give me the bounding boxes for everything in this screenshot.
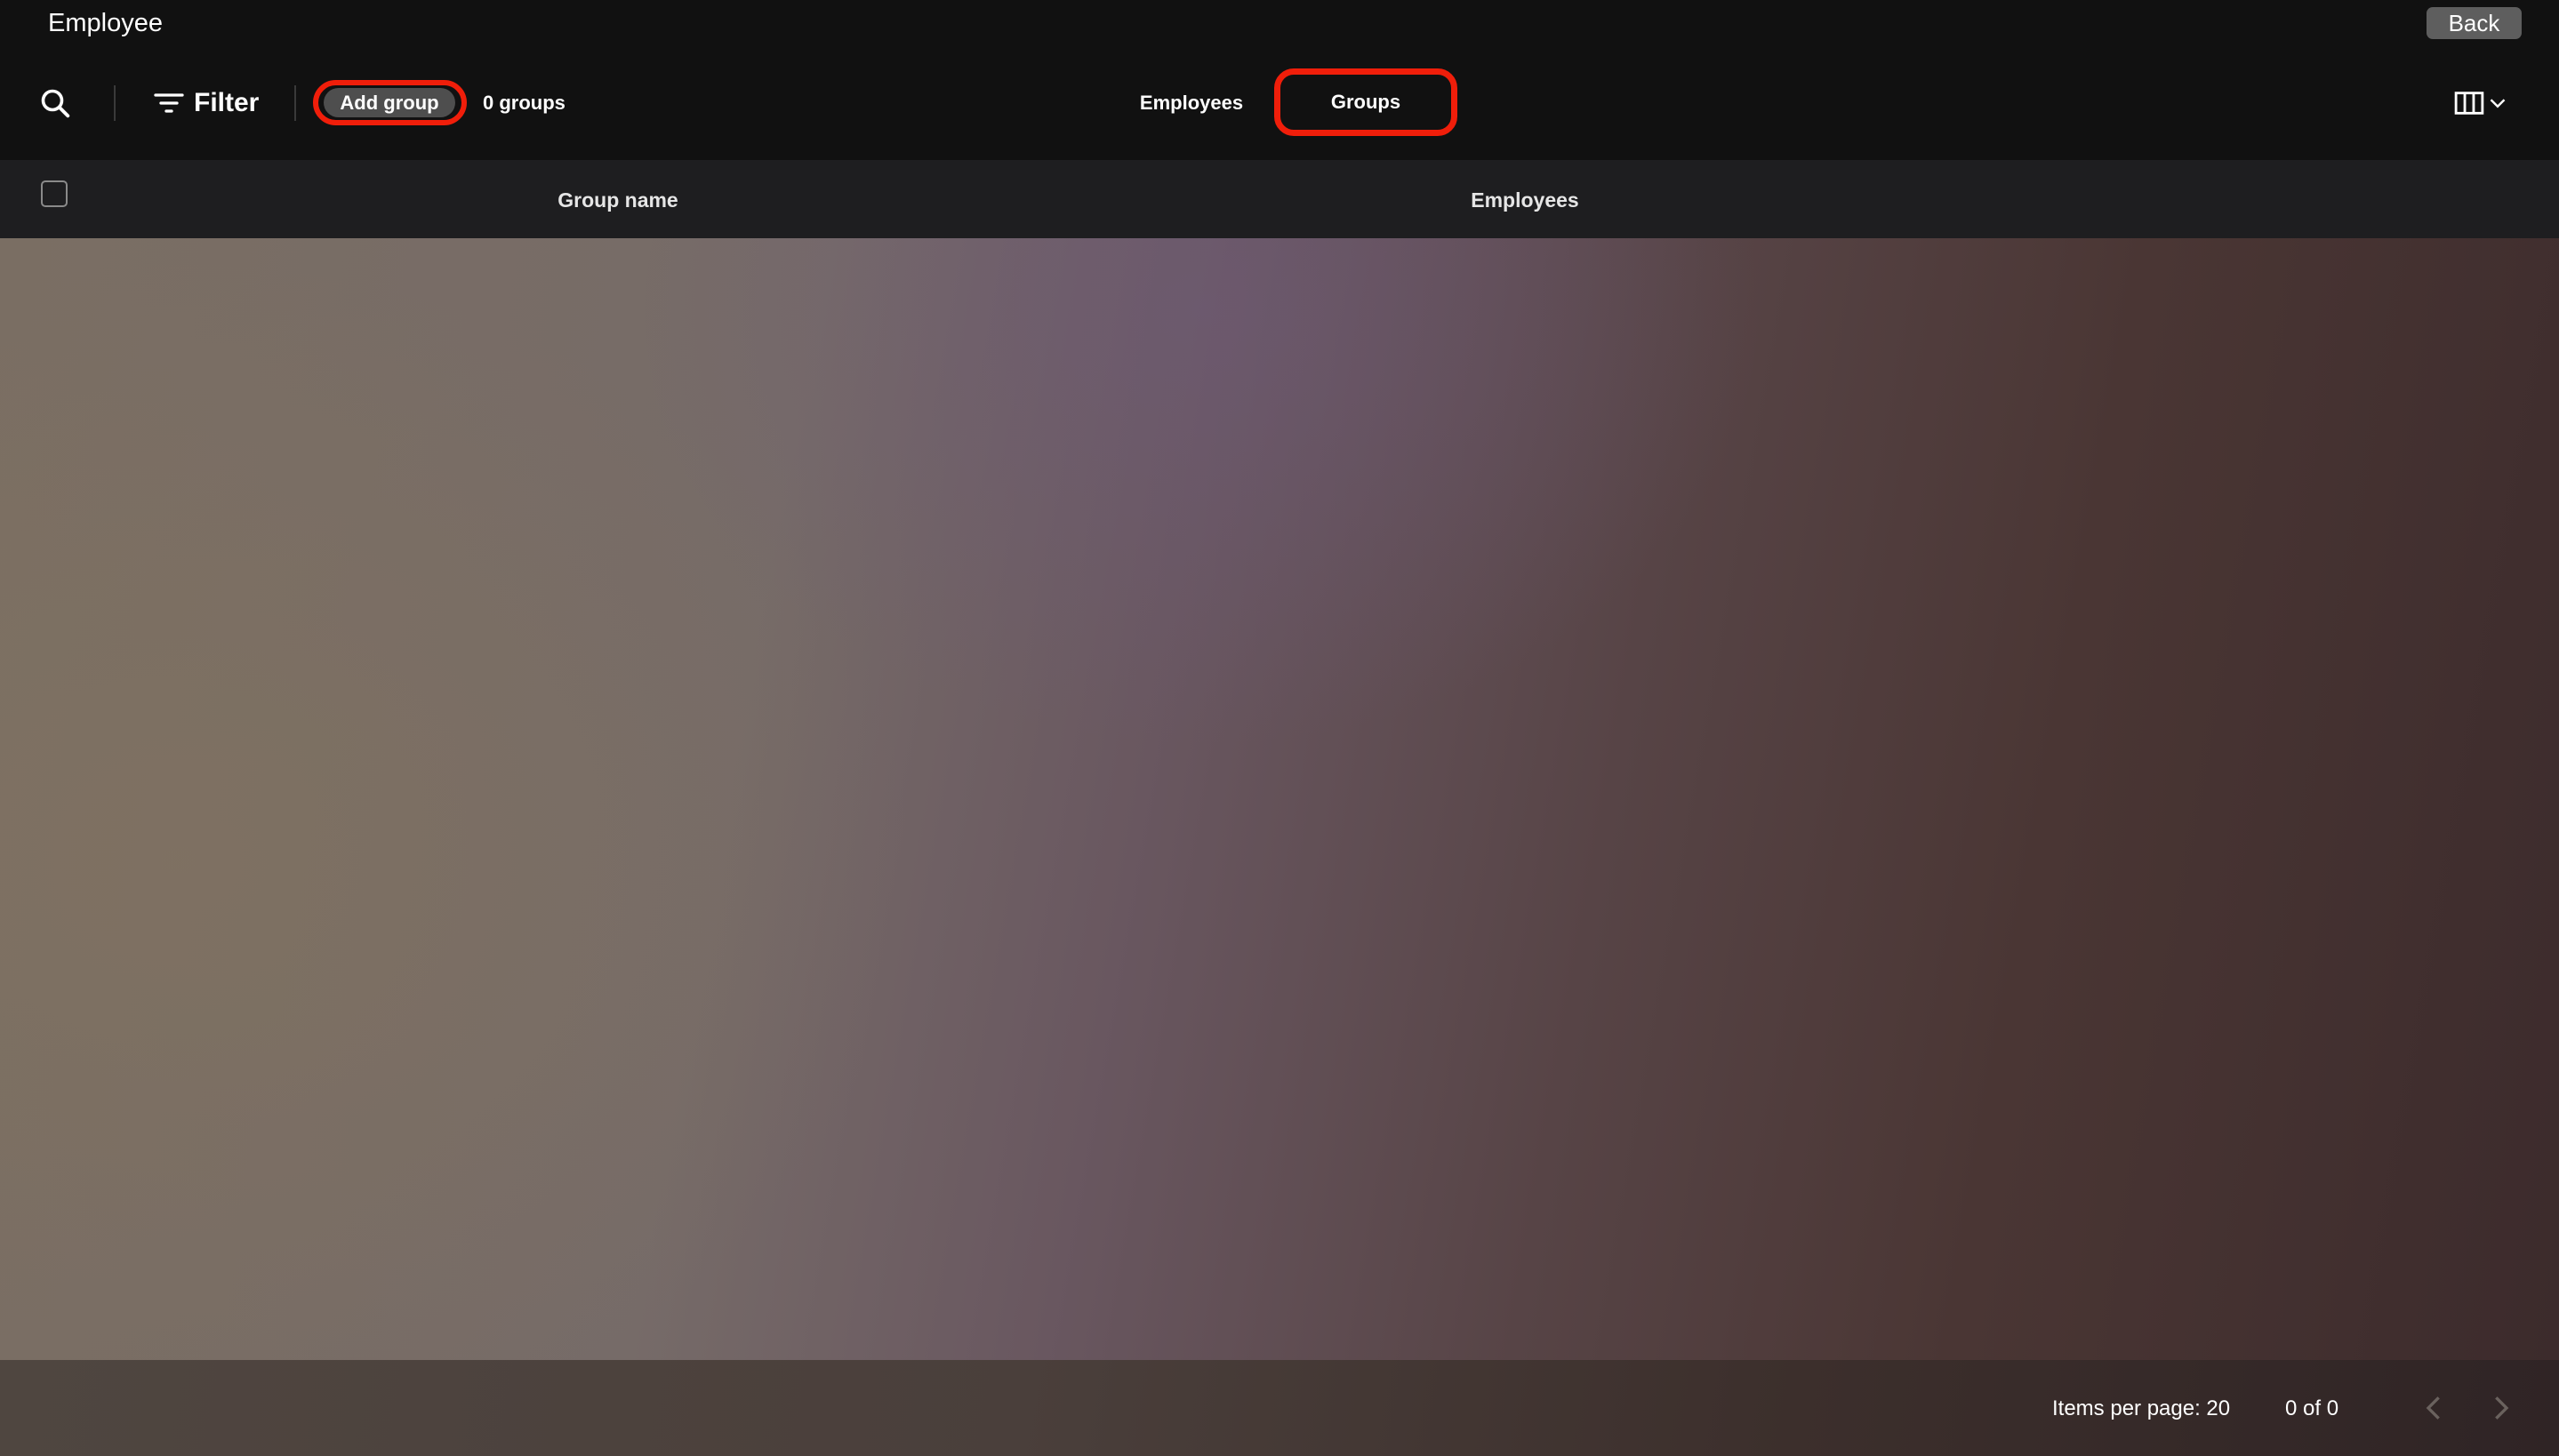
filter-label: Filter bbox=[194, 88, 260, 117]
search-icon bbox=[41, 89, 70, 118]
paginator: Items per page: 20 0 of 0 bbox=[0, 1360, 2559, 1456]
app-title: Employee bbox=[48, 9, 163, 37]
chevron-right-icon bbox=[2495, 1396, 2509, 1420]
table-header: Group name Employees bbox=[0, 160, 2559, 238]
chevron-down-icon bbox=[2490, 99, 2506, 108]
toolbar-divider bbox=[114, 85, 116, 121]
tab-groups[interactable]: Groups bbox=[1280, 75, 1451, 130]
toolbar-divider bbox=[294, 85, 296, 121]
select-all-checkbox[interactable] bbox=[41, 180, 68, 207]
title-bar: Employee Back bbox=[0, 0, 2559, 48]
table-body-empty bbox=[0, 238, 2559, 1360]
filter-button[interactable]: Filter bbox=[153, 84, 259, 123]
add-group-button[interactable]: Add group bbox=[324, 88, 455, 117]
app-window: Employee Back Filter Add group 0 groups … bbox=[0, 0, 2559, 1456]
previous-page-button[interactable] bbox=[2417, 1392, 2449, 1424]
column-picker-button[interactable] bbox=[2454, 87, 2511, 119]
back-button[interactable]: Back bbox=[2427, 7, 2522, 39]
filter-icon bbox=[154, 93, 184, 113]
group-count: 0 groups bbox=[483, 92, 566, 114]
page-range: 0 of 0 bbox=[2285, 1396, 2339, 1420]
next-page-button[interactable] bbox=[2486, 1392, 2518, 1424]
column-header-employees[interactable]: Employees bbox=[1352, 188, 1698, 212]
items-per-page[interactable]: Items per page: 20 bbox=[2052, 1396, 2230, 1422]
search-button[interactable] bbox=[37, 85, 73, 121]
column-header-group-name[interactable]: Group name bbox=[445, 188, 791, 212]
toolbar: Filter Add group 0 groups Employees Grou… bbox=[0, 48, 2559, 160]
columns-icon bbox=[2454, 92, 2484, 115]
chevron-left-icon bbox=[2426, 1396, 2440, 1420]
tab-employees[interactable]: Employees bbox=[1125, 87, 1258, 119]
